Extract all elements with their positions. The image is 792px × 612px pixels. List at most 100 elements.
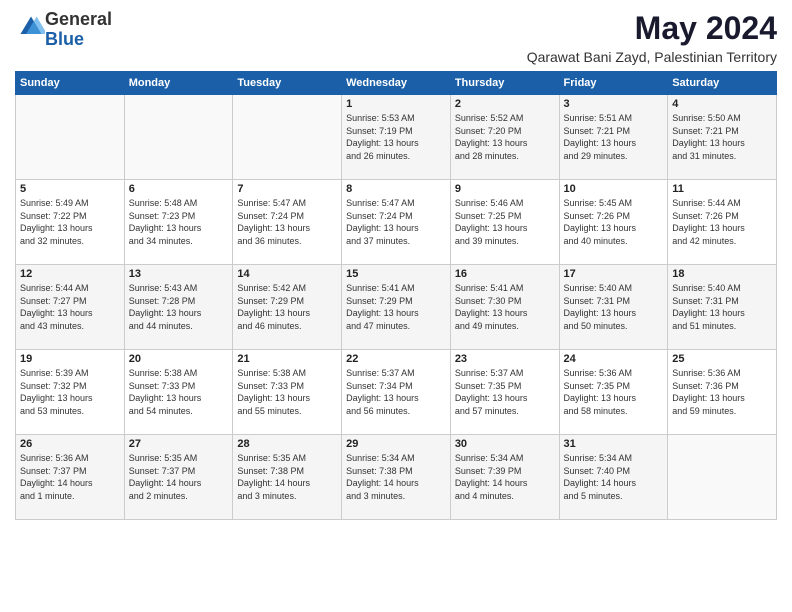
calendar-header: Sunday Monday Tuesday Wednesday Thursday… [16,72,777,95]
calendar-body: 1Sunrise: 5:53 AMSunset: 7:19 PMDaylight… [16,95,777,520]
cell-line: and 39 minutes. [455,236,519,246]
cell-line: Sunrise: 5:34 AM [346,453,415,463]
cell-line: Sunset: 7:31 PM [564,296,631,306]
day-number: 11 [672,183,772,195]
cell-line: Sunset: 7:19 PM [346,126,413,136]
cell-line: Sunrise: 5:47 AM [237,198,306,208]
cell-line: Sunset: 7:32 PM [20,381,87,391]
cell-line: and 36 minutes. [237,236,301,246]
cell-line: Daylight: 13 hours [672,223,745,233]
cell-line: and 56 minutes. [346,406,410,416]
day-number: 17 [564,268,664,280]
cell-line: Sunrise: 5:50 AM [672,113,741,123]
cell-line: Daylight: 13 hours [672,308,745,318]
cell-content: Sunrise: 5:36 AMSunset: 7:35 PMDaylight:… [564,367,664,417]
cell-line: Sunrise: 5:37 AM [346,368,415,378]
cell-w4-d3: 21Sunrise: 5:38 AMSunset: 7:33 PMDayligh… [233,350,342,435]
cell-w5-d2: 27Sunrise: 5:35 AMSunset: 7:37 PMDayligh… [124,435,233,520]
cell-line: and 46 minutes. [237,321,301,331]
day-number: 9 [455,183,555,195]
calendar: Sunday Monday Tuesday Wednesday Thursday… [15,71,777,520]
cell-line: Sunrise: 5:51 AM [564,113,633,123]
day-number: 8 [346,183,446,195]
cell-w3-d7: 18Sunrise: 5:40 AMSunset: 7:31 PMDayligh… [668,265,777,350]
cell-content: Sunrise: 5:41 AMSunset: 7:30 PMDaylight:… [455,282,555,332]
cell-w2-d5: 9 Sunrise: 5:46 AMSunset: 7:25 PMDaylight… [450,180,559,265]
cell-line: Sunset: 7:27 PM [20,296,87,306]
cell-line: Daylight: 13 hours [672,393,745,403]
cell-line: Sunrise: 5:35 AM [129,453,198,463]
cell-line: Sunrise: 5:44 AM [20,283,89,293]
cell-w2-d3: 7Sunrise: 5:47 AMSunset: 7:24 PMDaylight… [233,180,342,265]
day-number: 19 [20,353,120,365]
cell-content: Sunrise: 5:37 AMSunset: 7:34 PMDaylight:… [346,367,446,417]
cell-line: Daylight: 13 hours [237,393,310,403]
cell-line: Sunset: 7:30 PM [455,296,522,306]
cell-line: Sunrise: 5:49 AM [20,198,89,208]
cell-w4-d4: 22Sunrise: 5:37 AMSunset: 7:34 PMDayligh… [342,350,451,435]
day-number: 21 [237,353,337,365]
cell-line: Daylight: 13 hours [564,308,637,318]
header: General Blue May 2024 Qarawat Bani Zayd,… [15,10,777,65]
cell-content: Sunrise: 5:46 AMSunset: 7:25 PMDaylight:… [455,197,555,247]
logo-text: General Blue [45,10,112,50]
week-row-3: 12Sunrise: 5:44 AMSunset: 7:27 PMDayligh… [16,265,777,350]
cell-w2-d1: 5Sunrise: 5:49 AMSunset: 7:22 PMDaylight… [16,180,125,265]
cell-line: Daylight: 13 hours [346,308,419,318]
cell-line: and 26 minutes. [346,151,410,161]
cell-w4-d6: 24Sunrise: 5:36 AMSunset: 7:35 PMDayligh… [559,350,668,435]
day-number: 7 [237,183,337,195]
cell-content: Sunrise: 5:35 AMSunset: 7:37 PMDaylight:… [129,452,229,502]
cell-w4-d1: 19Sunrise: 5:39 AMSunset: 7:32 PMDayligh… [16,350,125,435]
cell-line: Daylight: 13 hours [129,393,202,403]
day-number: 18 [672,268,772,280]
cell-line: and 50 minutes. [564,321,628,331]
cell-content: Sunrise: 5:50 AMSunset: 7:21 PMDaylight:… [672,112,772,162]
cell-w2-d7: 11 Sunrise: 5:44 AMSunset: 7:26 PMDayligh… [668,180,777,265]
cell-line: and 59 minutes. [672,406,736,416]
cell-line: Sunset: 7:37 PM [129,466,196,476]
day-number: 29 [346,438,446,450]
cell-line: Sunrise: 5:45 AM [564,198,633,208]
cell-line: Daylight: 13 hours [20,393,93,403]
cell-content: Sunrise: 5:43 AMSunset: 7:28 PMDaylight:… [129,282,229,332]
cell-line: and 32 minutes. [20,236,84,246]
cell-line: and 5 minutes. [564,491,623,501]
cell-line: and 47 minutes. [346,321,410,331]
month-title: May 2024 [527,10,777,47]
cell-line: Sunrise: 5:37 AM [455,368,524,378]
cell-w2-d4: 8Sunrise: 5:47 AMSunset: 7:24 PMDaylight… [342,180,451,265]
col-friday: Friday [559,72,668,95]
cell-content: Sunrise: 5:44 AMSunset: 7:26 PMDaylight:… [672,197,772,247]
location: Qarawat Bani Zayd, Palestinian Territory [527,49,777,65]
cell-w5-d5: 30Sunrise: 5:34 AMSunset: 7:39 PMDayligh… [450,435,559,520]
cell-line: Sunset: 7:25 PM [455,211,522,221]
cell-line: Sunrise: 5:38 AM [237,368,306,378]
day-number: 2 [455,98,555,110]
cell-w5-d1: 26Sunrise: 5:36 AMSunset: 7:37 PMDayligh… [16,435,125,520]
cell-line: Daylight: 13 hours [237,308,310,318]
col-thursday: Thursday [450,72,559,95]
cell-line: Sunrise: 5:36 AM [564,368,633,378]
cell-line: Daylight: 13 hours [129,223,202,233]
cell-content: Sunrise: 5:35 AMSunset: 7:38 PMDaylight:… [237,452,337,502]
cell-line: Daylight: 13 hours [346,138,419,148]
header-row: Sunday Monday Tuesday Wednesday Thursday… [16,72,777,95]
cell-line: Daylight: 13 hours [564,138,637,148]
cell-line: Sunset: 7:38 PM [346,466,413,476]
cell-line: and 53 minutes. [20,406,84,416]
day-number: 13 [129,268,229,280]
week-row-2: 5Sunrise: 5:49 AMSunset: 7:22 PMDaylight… [16,180,777,265]
cell-line: Sunrise: 5:34 AM [564,453,633,463]
day-number: 27 [129,438,229,450]
cell-content: Sunrise: 5:44 AMSunset: 7:27 PMDaylight:… [20,282,120,332]
cell-line: Daylight: 14 hours [346,478,419,488]
cell-w3-d1: 12Sunrise: 5:44 AMSunset: 7:27 PMDayligh… [16,265,125,350]
cell-w1-d4: 1Sunrise: 5:53 AMSunset: 7:19 PMDaylight… [342,95,451,180]
cell-line: Sunset: 7:21 PM [672,126,739,136]
cell-line: Daylight: 13 hours [564,223,637,233]
cell-line: Sunrise: 5:52 AM [455,113,524,123]
cell-content: Sunrise: 5:40 AMSunset: 7:31 PMDaylight:… [564,282,664,332]
cell-line: Daylight: 13 hours [129,308,202,318]
logo: General Blue [15,10,112,50]
